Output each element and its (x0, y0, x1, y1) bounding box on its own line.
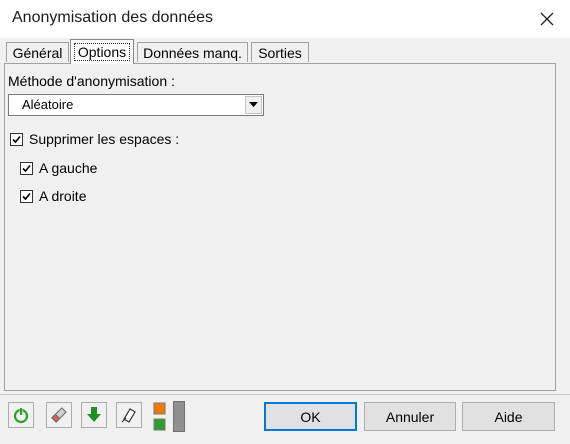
eraser-button[interactable] (46, 402, 72, 428)
dialog-window: Anonymisation des données Général Option… (0, 0, 570, 444)
checkmark-icon (12, 135, 21, 143)
right-checkbox[interactable] (20, 189, 33, 203)
checkmark-icon (22, 192, 31, 200)
help-button[interactable]: Aide (462, 402, 555, 431)
method-select-value: Aléatoire (22, 97, 74, 112)
left-checkbox[interactable] (20, 161, 33, 175)
close-icon (540, 12, 554, 26)
close-button[interactable] (534, 6, 560, 32)
tab-donnees-manq[interactable]: Données manq. (137, 42, 248, 62)
tab-options-label: Options (73, 43, 131, 61)
download-button[interactable] (81, 402, 107, 428)
method-label: Méthode d'anonymisation : (8, 73, 175, 89)
cancel-button[interactable]: Annuler (364, 402, 456, 431)
tab-general[interactable]: Général (6, 42, 69, 62)
ok-label: OK (300, 408, 321, 425)
reset-button[interactable] (8, 402, 34, 428)
right-label: A droite (39, 188, 87, 204)
dropdown-arrow[interactable] (245, 96, 262, 114)
eraser-icon (51, 407, 67, 423)
select-range-button[interactable] (116, 402, 142, 428)
remove-spaces-checkbox[interactable] (10, 132, 23, 146)
color-bar (173, 401, 185, 432)
select-range-icon (121, 408, 136, 423)
checkmark-icon (22, 164, 31, 172)
method-select[interactable]: Aléatoire (8, 94, 264, 116)
reset-icon (13, 407, 29, 424)
tab-options[interactable]: Options (70, 39, 134, 64)
color-squares-icon (153, 402, 166, 431)
right-option[interactable]: A droite (20, 188, 86, 204)
window-title: Anonymisation des données (12, 9, 214, 26)
color-squares[interactable] (153, 402, 167, 432)
tab-donnees-manq-label: Données manq. (143, 44, 242, 61)
download-arrow-icon (87, 407, 101, 422)
title-bar: Anonymisation des données (0, 0, 570, 38)
left-option[interactable]: A gauche (20, 160, 97, 176)
help-label: Aide (494, 408, 523, 425)
left-label: A gauche (39, 160, 98, 176)
chevron-down-icon (249, 102, 258, 107)
remove-spaces-label: Supprimer les espaces : (29, 131, 180, 147)
tab-general-label: Général (12, 44, 63, 61)
remove-spaces-option[interactable]: Supprimer les espaces : (10, 131, 179, 147)
bottom-separator (0, 394, 570, 395)
tab-sorties[interactable]: Sorties (251, 42, 309, 62)
tab-sorties-label: Sorties (258, 44, 302, 61)
cancel-label: Annuler (385, 408, 435, 425)
ok-button[interactable]: OK (264, 402, 357, 431)
